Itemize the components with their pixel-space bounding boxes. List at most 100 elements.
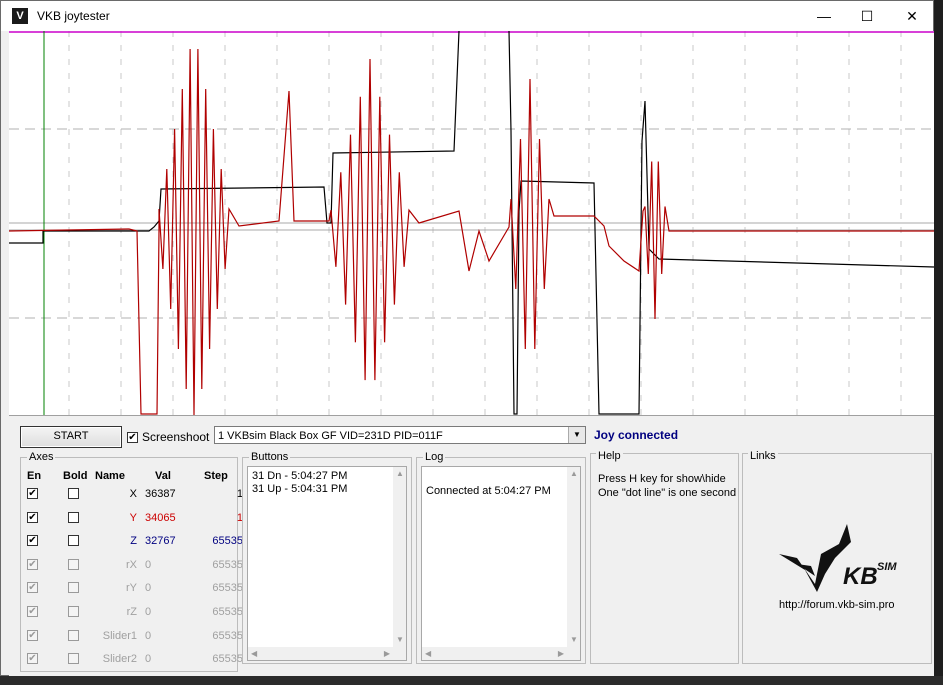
svg-text:SIM: SIM bbox=[877, 561, 897, 573]
help-line-2: One "dot line" is one second bbox=[598, 487, 737, 499]
axis-bold-checkbox[interactable] bbox=[68, 511, 79, 523]
trace-axis-y bbox=[9, 48, 934, 415]
axis-bold-checkbox[interactable] bbox=[68, 606, 79, 617]
buttons-group-title: Buttons bbox=[249, 451, 291, 463]
signal-plot-canvas bbox=[9, 31, 934, 415]
list-item: 31 Up - 5:04:31 PM bbox=[252, 483, 348, 495]
axes-header-en: En bbox=[27, 470, 42, 482]
axis-bold-checkbox[interactable] bbox=[68, 582, 79, 594]
scroll-down-icon[interactable]: ▼ bbox=[570, 635, 578, 644]
axis-name: Y bbox=[129, 511, 137, 524]
maximize-button[interactable]: ☐ bbox=[844, 1, 890, 31]
axis-step: 65535 bbox=[212, 653, 243, 666]
axis-enable-checkbox[interactable]: ✔ bbox=[27, 488, 38, 499]
svg-text:KB: KB bbox=[843, 563, 878, 590]
buttons-scrollbar-h[interactable]: ◀ ▶ bbox=[248, 647, 406, 660]
app-window: V VKB joytester — ☐ ✕ START ✔ Screenshoot… bbox=[0, 0, 934, 678]
vkb-app-icon[interactable]: V bbox=[12, 8, 28, 24]
axis-name: Slider1 bbox=[102, 629, 137, 642]
axis-step: 65535 bbox=[212, 582, 243, 595]
axis-bold-checkbox[interactable] bbox=[68, 535, 79, 547]
help-group: Help Press H key for show\hide One "dot … bbox=[590, 450, 739, 664]
axis-bold-checkbox[interactable] bbox=[68, 558, 79, 570]
axis-value: 0 bbox=[145, 653, 152, 666]
signal-plot bbox=[9, 31, 934, 415]
axis-bold-checkbox[interactable] bbox=[68, 488, 79, 499]
axis-bold-checkbox[interactable] bbox=[68, 629, 79, 641]
buttons-scrollbar-v[interactable]: ▲ ▼ bbox=[393, 467, 406, 660]
axis-value: 0 bbox=[145, 558, 152, 571]
scroll-left-icon[interactable]: ◀ bbox=[251, 649, 257, 658]
table-row: ✔ Slider1 0 65535 bbox=[21, 629, 243, 653]
axes-header-step: Step bbox=[204, 470, 228, 482]
screenshoot-checkbox[interactable]: ✔ bbox=[127, 432, 138, 444]
table-row: ✔ X 36387 1 bbox=[21, 488, 243, 511]
start-button[interactable]: START bbox=[20, 426, 122, 448]
scroll-right-icon[interactable]: ▶ bbox=[558, 649, 564, 658]
log-list[interactable]: Connected at 5:04:27 PM ▲ ▼ ◀ ▶ bbox=[421, 466, 581, 661]
table-row: ✔ Y 34065 1 bbox=[21, 511, 243, 535]
axis-name: Z bbox=[130, 535, 137, 548]
axis-value: 32767 bbox=[145, 535, 176, 548]
buttons-list[interactable]: 31 Dn - 5:04:27 PM 31 Up - 5:04:31 PM ▲ … bbox=[247, 466, 407, 661]
axis-step: 65535 bbox=[212, 629, 243, 642]
axis-enable-checkbox[interactable]: ✔ bbox=[27, 606, 38, 617]
axis-value: 0 bbox=[145, 629, 152, 642]
connection-status: Joy connected bbox=[594, 428, 679, 442]
background-taskbar-strip bbox=[0, 676, 943, 685]
window-title: VKB joytester bbox=[37, 9, 110, 23]
forum-link[interactable]: http://forum.vkb-sim.pro bbox=[779, 599, 895, 611]
title-bar[interactable]: V VKB joytester — ☐ ✕ bbox=[1, 1, 933, 31]
axis-name: rZ bbox=[126, 606, 137, 618]
log-group-title: Log bbox=[423, 451, 446, 463]
scroll-down-icon[interactable]: ▼ bbox=[396, 635, 404, 644]
axis-value: 34065 bbox=[145, 511, 176, 524]
vkbsim-logo[interactable]: KB SIM bbox=[777, 514, 907, 594]
table-row: ✔ rX 0 65535 bbox=[21, 558, 243, 582]
minimize-button[interactable]: — bbox=[801, 1, 847, 31]
list-item: 31 Dn - 5:04:27 PM bbox=[252, 470, 348, 482]
axis-name: X bbox=[129, 488, 137, 500]
axis-enable-checkbox[interactable]: ✔ bbox=[27, 629, 38, 641]
axis-enable-checkbox[interactable]: ✔ bbox=[27, 582, 38, 594]
axes-group: Axes En Bold Name Val Step ✔ X 36387 1 ✔ Y 340… bbox=[20, 451, 243, 672]
axis-step: 1 bbox=[236, 488, 243, 500]
log-scrollbar-v[interactable]: ▲ ▼ bbox=[567, 467, 580, 660]
axis-step: 65535 bbox=[212, 606, 243, 618]
device-select[interactable]: 1 VKBsim Black Box GF VID=231D PID=011F … bbox=[214, 426, 586, 444]
axis-enable-checkbox[interactable]: ✔ bbox=[27, 653, 38, 665]
screenshoot-option[interactable]: ✔ Screenshoot bbox=[127, 430, 209, 444]
axis-step: 65535 bbox=[212, 535, 243, 548]
log-scrollbar-h[interactable]: ◀ ▶ bbox=[422, 647, 580, 660]
scroll-right-icon[interactable]: ▶ bbox=[384, 649, 390, 658]
scroll-up-icon[interactable]: ▲ bbox=[396, 469, 404, 478]
control-panel: START ✔ Screenshoot 1 VKBsim Black Box GF… bbox=[9, 415, 934, 678]
help-group-title: Help bbox=[596, 450, 623, 462]
table-row: ✔ Slider2 0 65535 bbox=[21, 653, 243, 676]
chevron-down-icon[interactable]: ▼ bbox=[568, 427, 585, 443]
links-group-title: Links bbox=[748, 450, 778, 462]
axis-name: Slider2 bbox=[102, 653, 137, 666]
axis-enable-checkbox[interactable]: ✔ bbox=[27, 558, 38, 570]
buttons-group: Buttons 31 Dn - 5:04:27 PM 31 Up - 5:04:… bbox=[242, 451, 412, 664]
close-button[interactable]: ✕ bbox=[889, 1, 935, 31]
axis-name: rX bbox=[126, 558, 137, 571]
list-item: Connected at 5:04:27 PM bbox=[426, 485, 551, 497]
axis-value: 0 bbox=[145, 582, 152, 595]
axis-enable-checkbox[interactable]: ✔ bbox=[27, 535, 38, 547]
table-row: ✔ rZ 0 65535 bbox=[21, 606, 243, 629]
scroll-up-icon[interactable]: ▲ bbox=[570, 469, 578, 478]
table-row: ✔ Z 32767 65535 bbox=[21, 535, 243, 558]
links-group: Links KB SIM http://forum.vkb-sim.pro bbox=[742, 450, 932, 664]
screenshoot-label: Screenshoot bbox=[142, 430, 210, 444]
axis-value: 36387 bbox=[145, 488, 176, 500]
log-group: Log Connected at 5:04:27 PM ▲ ▼ ◀ ▶ bbox=[416, 451, 586, 664]
table-row: ✔ rY 0 65535 bbox=[21, 582, 243, 605]
axis-step: 65535 bbox=[212, 558, 243, 571]
axis-step: 1 bbox=[236, 511, 243, 524]
axis-name: rY bbox=[126, 582, 137, 595]
axis-bold-checkbox[interactable] bbox=[68, 653, 79, 665]
axis-enable-checkbox[interactable]: ✔ bbox=[27, 511, 38, 523]
axes-header-bold: Bold bbox=[63, 470, 88, 482]
scroll-left-icon[interactable]: ◀ bbox=[425, 649, 431, 658]
